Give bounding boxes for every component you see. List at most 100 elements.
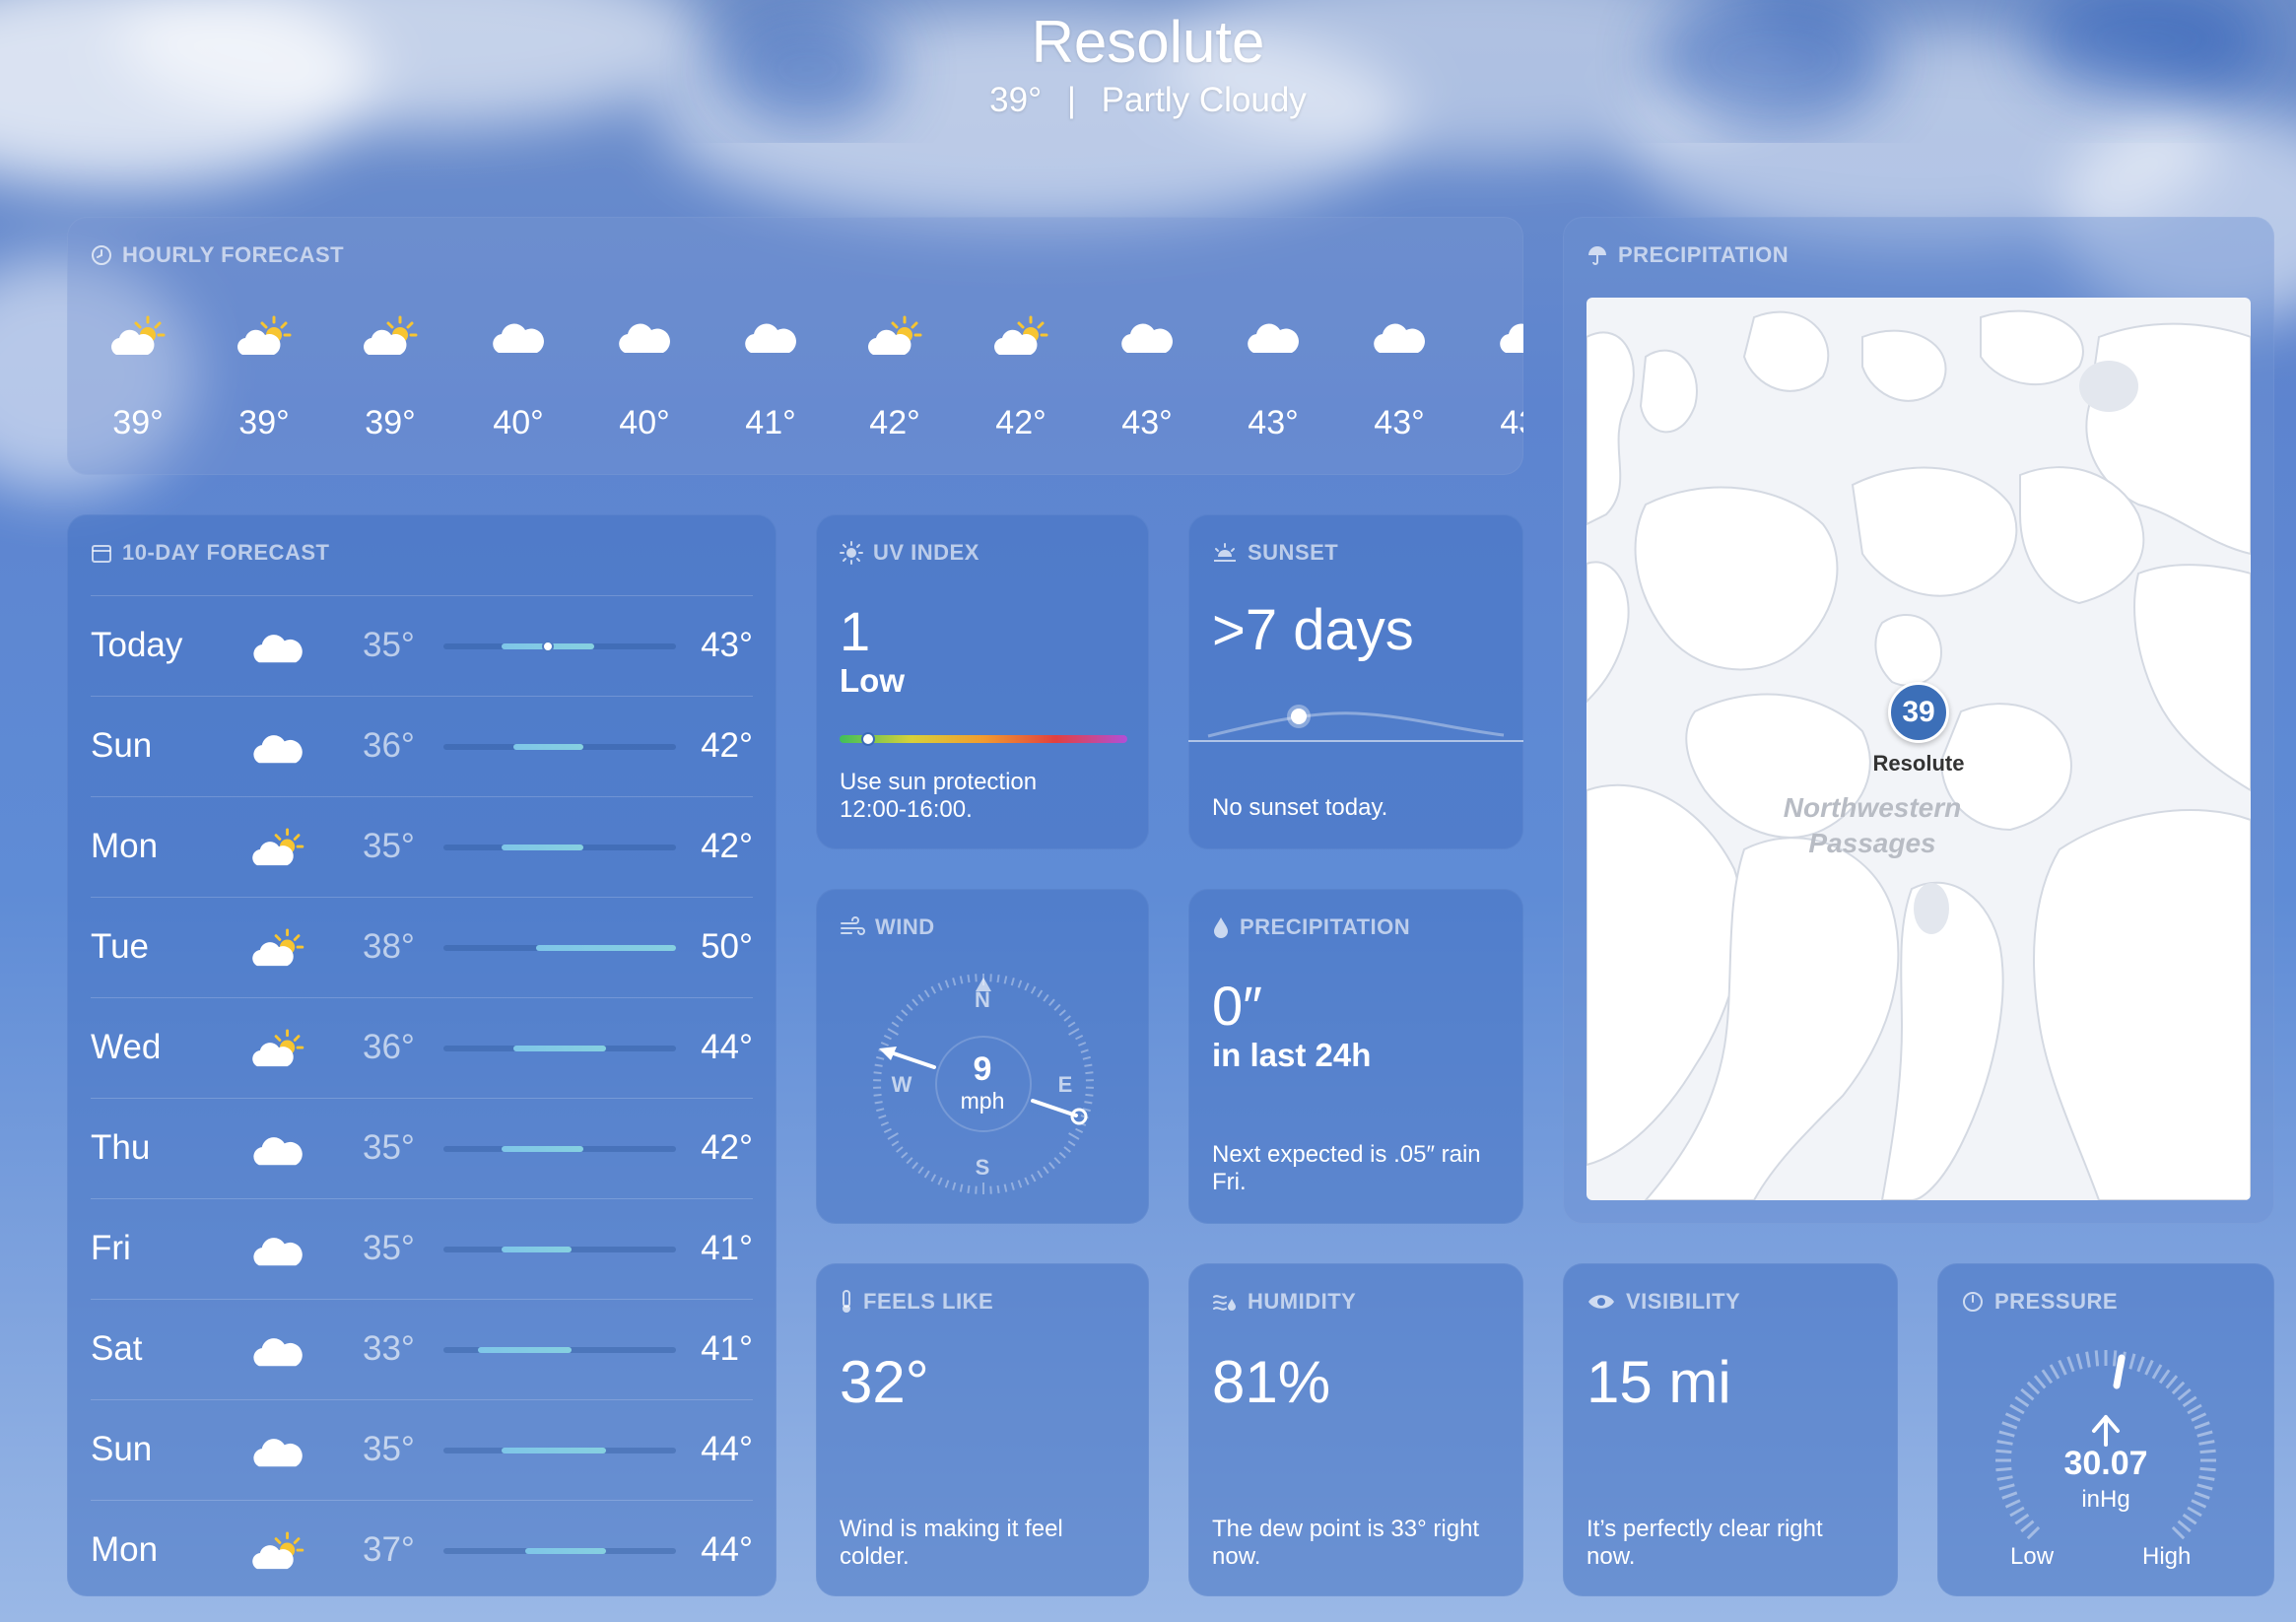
uv-index-card[interactable]: UV INDEX 1 Low Use sun protection 12:00-…	[816, 514, 1149, 849]
hourly-temp: 39°	[365, 404, 416, 441]
precipitation-map-card[interactable]: PRECIPITATION 39 Resolute Northwestern P…	[1563, 217, 2274, 1224]
cloud-icon	[1498, 315, 1523, 359]
day-name: Mon	[91, 827, 159, 865]
current-temp-marker	[542, 641, 555, 652]
uv-level: Low	[840, 662, 905, 699]
day-row[interactable]: Fri 35° 41°	[91, 1198, 753, 1300]
day-high: 44°	[701, 1028, 753, 1066]
uv-index-label: UV INDEX	[873, 540, 979, 565]
temp-range-bar	[443, 1046, 676, 1051]
day-row[interactable]: Sat 33° 41°	[91, 1299, 753, 1400]
uv-index-title: UV INDEX	[840, 540, 979, 566]
day-row[interactable]: Mon 37° 44°	[91, 1500, 753, 1596]
hourly-item: 40°	[595, 217, 694, 473]
feels-like-label: FEELS LIKE	[863, 1289, 994, 1314]
pressure-unit: inHg	[2081, 1486, 2130, 1513]
feels-like-card[interactable]: FEELS LIKE 32° Wind is making it feel co…	[816, 1263, 1149, 1596]
eye-icon	[1588, 1295, 1614, 1309]
current-conditions: 39° | Partly Cloudy	[0, 81, 2296, 120]
wind-speed: 9	[973, 1050, 992, 1088]
day-row[interactable]: Today 35° 43°	[91, 595, 753, 697]
hourly-item: 42°	[972, 217, 1070, 473]
ten-day-forecast-label: 10-DAY FORECAST	[122, 540, 330, 565]
pressure-card[interactable]: PRESSURE 30.07 inHg Low High	[1937, 1263, 2274, 1596]
temp-range-fill	[524, 1548, 607, 1554]
cloud-icon	[250, 1230, 305, 1271]
pressure-low-label: Low	[2010, 1543, 2055, 1570]
temp-range-bar	[443, 744, 676, 750]
partly-sunny-icon	[250, 1531, 305, 1573]
location-pin[interactable]: 39	[1888, 682, 1949, 743]
day-row[interactable]: Sun 35° 44°	[91, 1399, 753, 1501]
sun-path-graph	[1188, 705, 1523, 742]
hourly-item: 41°	[721, 217, 820, 473]
day-high: 44°	[701, 1530, 753, 1569]
hourly-item: 43°	[1224, 217, 1322, 473]
visibility-card[interactable]: VISIBILITY 15 mi It’s perfectly clear ri…	[1563, 1263, 1898, 1596]
day-low: 36°	[363, 726, 415, 765]
hourly-item: 39°	[89, 217, 187, 473]
sunset-value: >7 days	[1212, 598, 1414, 662]
uv-value: 1	[840, 600, 871, 662]
visibility-note: It’s perfectly clear right now.	[1587, 1516, 1823, 1570]
day-high: 42°	[701, 827, 753, 865]
pressure-label: PRESSURE	[1994, 1289, 2119, 1314]
temp-range-bar	[443, 1548, 676, 1554]
wind-title: WIND	[840, 914, 935, 940]
sunset-note: No sunset today.	[1212, 794, 1388, 821]
wind-card[interactable]: WIND N S W E 9 mph	[816, 889, 1149, 1224]
partly-sunny-icon	[363, 315, 418, 359]
temp-range-bar	[443, 641, 676, 652]
cloud-icon	[1372, 315, 1427, 359]
hourly-item: 43°	[1350, 217, 1449, 473]
humidity-card[interactable]: HUMIDITY 81% The dew point is 33° right …	[1188, 1263, 1523, 1596]
temp-range-bar	[443, 945, 676, 951]
partly-sunny-icon	[110, 315, 166, 359]
current-temp: 39°	[989, 81, 1043, 119]
condition-text: Partly Cloudy	[1101, 81, 1307, 119]
raindrop-icon	[1214, 917, 1228, 938]
hourly-item: 42°	[845, 217, 944, 473]
day-row[interactable]: Tue 38° 50°	[91, 897, 753, 998]
hourly-forecast-card[interactable]: HOURLY FORECAST 39° 39° 39° 40° 40° 41° 42° 42°…	[67, 217, 1523, 475]
region-label: Northwestern Passages	[1724, 790, 2020, 861]
precipitation-map-label: PRECIPITATION	[1618, 242, 1790, 267]
calendar-icon	[92, 545, 111, 563]
visibility-value: 15 mi	[1587, 1349, 1731, 1415]
humidity-value: 81%	[1212, 1349, 1331, 1415]
arctic-map-landmass	[1587, 309, 2251, 1200]
day-row[interactable]: Sun 36° 42°	[91, 696, 753, 797]
ten-day-forecast-card[interactable]: 10-DAY FORECAST Today 35° 43° Sun 36° 42° Mon 3…	[67, 514, 777, 1596]
precipitation-title: PRECIPITATION	[1212, 914, 1410, 940]
cloud-icon	[250, 1330, 305, 1372]
partly-sunny-icon	[867, 315, 922, 359]
precipitation-period: in last 24h	[1212, 1037, 1372, 1073]
temp-range-bar	[443, 845, 676, 850]
day-low: 35°	[363, 1229, 415, 1267]
day-high: 42°	[701, 726, 753, 765]
temp-range-bar	[443, 1247, 676, 1252]
humidity-icon	[1213, 1295, 1236, 1311]
day-row[interactable]: Thu 35° 42°	[91, 1098, 753, 1199]
day-row[interactable]: Wed 36° 44°	[91, 997, 753, 1099]
precipitation-card[interactable]: PRECIPITATION 0″ in last 24h Next expect…	[1188, 889, 1523, 1224]
cloud-icon	[1246, 315, 1301, 359]
partly-sunny-icon	[993, 315, 1048, 359]
hourly-item: 43°	[1098, 217, 1196, 473]
sunset-card[interactable]: SUNSET >7 days No sunset today.	[1188, 514, 1523, 849]
partly-sunny-icon	[236, 315, 292, 359]
uv-indicator	[861, 732, 876, 746]
hourly-temp: 39°	[238, 404, 290, 441]
temp-range-fill	[502, 1247, 572, 1252]
cloud-icon	[250, 627, 305, 668]
cloud-icon	[250, 727, 305, 769]
precipitation-map[interactable]: 39 Resolute Northwestern Passages	[1587, 298, 2251, 1200]
hourly-item: 39°	[341, 217, 439, 473]
hourly-temp: 40°	[619, 404, 670, 441]
cloud-icon	[1119, 315, 1175, 359]
pin-city-label: Resolute	[1872, 751, 1965, 776]
humidity-note: The dew point is 33° right now.	[1212, 1516, 1480, 1570]
day-high: 50°	[701, 927, 753, 966]
compass-e: E	[1057, 1072, 1073, 1097]
day-row[interactable]: Mon 35° 42°	[91, 796, 753, 898]
